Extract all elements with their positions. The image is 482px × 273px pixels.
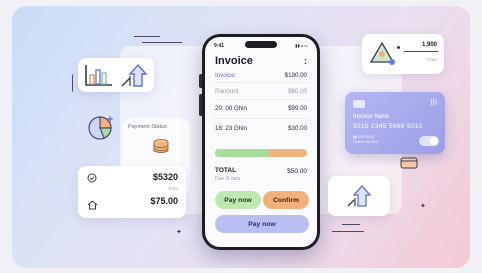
arrow-up-icon [347, 185, 372, 207]
credit-card[interactable]: ))) Invoice Narie 9215 2345 5668 5010 ▮▮… [345, 92, 445, 154]
total-due-date: Due l3 dalo [215, 176, 241, 182]
top-right-sub: Trom [426, 57, 437, 62]
status-icons: ▮▮ ◕ ▭ [295, 43, 308, 48]
bar-chart-card[interactable] [78, 58, 154, 92]
status-bar: 9:41 ▮▮ ◕ ▭ [214, 43, 308, 49]
card-toggle[interactable] [419, 136, 439, 146]
amount-sub: Trom [167, 186, 178, 191]
deco-line [404, 51, 438, 52]
top-right-value: 1,900 [421, 42, 437, 48]
pay-now-wide-button[interactable]: Pay now [215, 215, 309, 233]
check-circle-icon [87, 173, 97, 183]
divider [213, 99, 309, 100]
tick-dot [397, 46, 400, 49]
row-value: $30.00 [288, 125, 307, 132]
sparkle-icon: ✦ [176, 229, 182, 236]
arrow-up-icon [121, 63, 148, 87]
payment-progress-bar [215, 149, 307, 157]
card-number: 9215 2345 5668 5010 [353, 123, 423, 130]
bar-chart-icon [85, 65, 112, 86]
row-label: 18: 23 Ghin [215, 125, 247, 132]
pie-chart-icon [88, 115, 114, 140]
total-value: $50.00 [287, 168, 307, 175]
deco-bracket [72, 74, 74, 92]
row-value: $99.00 [288, 105, 307, 112]
invoice-row: Invoice: $190.00 [215, 72, 307, 79]
triangle-chart-icon [369, 41, 395, 65]
row-value: $80.00 [288, 88, 307, 95]
invoice-row: 20: 00 Ghin $99.00 [215, 105, 307, 112]
deco-line [332, 231, 364, 232]
deco-line [342, 224, 360, 225]
divider [213, 82, 309, 83]
card-icon [400, 157, 418, 169]
more-icon[interactable]: : [304, 56, 307, 66]
sparkle-icon: ✦ [420, 203, 426, 210]
home-icon [87, 200, 98, 210]
card-details: ▮▮ 203 00/24 Orderin 00.0/13 [353, 135, 378, 145]
arrow-up-card[interactable] [328, 176, 390, 216]
invoice-row: Ranount $80.00 [215, 88, 307, 95]
card-detail-line: Orderin 00.0/13 [353, 140, 378, 144]
card-chip [353, 100, 365, 108]
row-label: 20: 00 Ghin [215, 105, 247, 112]
pay-now-button[interactable]: Pay now [215, 191, 261, 209]
payment-status-label: Payment Status [128, 124, 167, 130]
row-label: Invoice: [215, 72, 237, 79]
divider [213, 118, 309, 119]
confirm-button[interactable]: Confirm [263, 191, 309, 209]
total-label: TOTAL [215, 167, 237, 174]
triangle-chart-card[interactable]: 1,900 Trom [362, 34, 444, 74]
card-holder-name: Invoice Narie [353, 113, 390, 120]
amount-primary: $5320 [152, 172, 178, 182]
amount-card[interactable]: $5320 Trom $75.00 [78, 166, 186, 218]
progress-fill [215, 149, 271, 157]
row-value: $190.00 [284, 72, 307, 79]
phone-device: 9:41 ▮▮ ◕ ▭ Invoice : Invoice: $190.00 R… [202, 34, 320, 250]
amount-secondary: $75.00 [150, 196, 178, 206]
nfc-icon: ))) [430, 99, 437, 106]
deco-line [134, 36, 160, 37]
page-title: Invoice [215, 55, 253, 67]
coin-stack-icon [153, 139, 169, 153]
phone-screen: 9:41 ▮▮ ◕ ▭ Invoice : Invoice: $190.00 R… [205, 37, 317, 247]
invoice-row: 18: 23 Ghin $30.00 [215, 125, 307, 132]
background-scene: Payment Status $5320 Trom $75.00 ✦ 9:41 … [12, 6, 470, 268]
row-label: Ranount [215, 88, 239, 95]
deco-line [142, 42, 182, 43]
status-time: 9:41 [214, 43, 225, 49]
